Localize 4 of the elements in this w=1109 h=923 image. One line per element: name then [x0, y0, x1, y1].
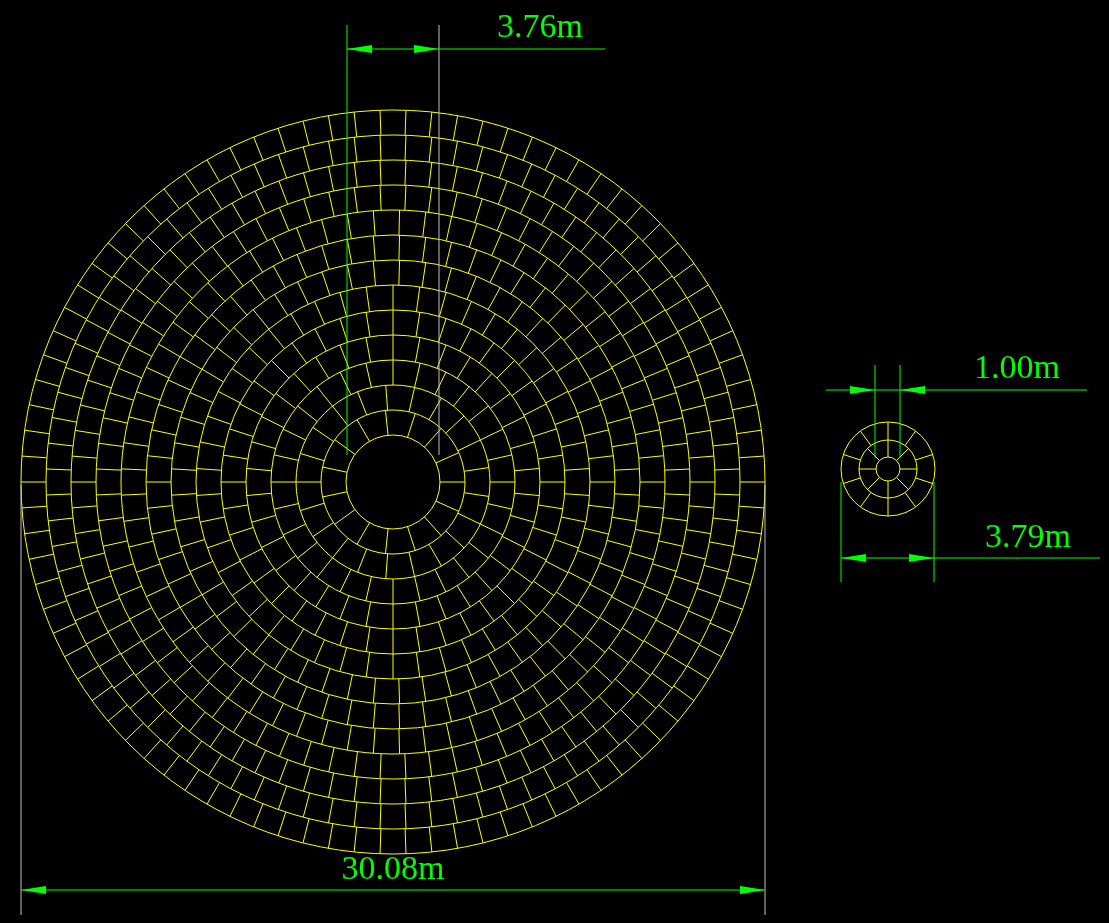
dimension-label: 3.79m — [985, 517, 1071, 554]
dimension-label: 3.76m — [497, 7, 583, 44]
dimension-label: 30.08m — [341, 849, 445, 886]
dimension-label: 1.00m — [974, 348, 1060, 385]
